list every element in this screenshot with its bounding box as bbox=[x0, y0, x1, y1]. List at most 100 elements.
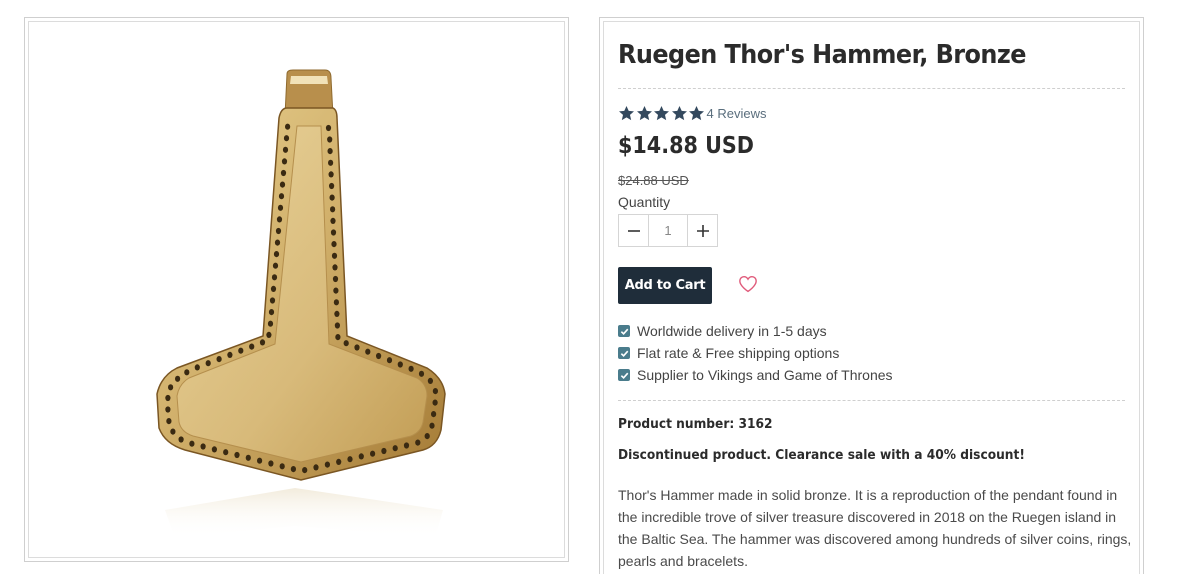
bead-dot bbox=[249, 343, 255, 350]
star-icon bbox=[671, 106, 687, 121]
bead-dot bbox=[275, 227, 282, 235]
bead-dot bbox=[285, 123, 291, 130]
decrease-quantity-button[interactable] bbox=[619, 215, 649, 246]
bead-dot bbox=[178, 436, 184, 443]
bead-dot bbox=[211, 446, 217, 453]
bead-dot bbox=[328, 171, 334, 178]
bead-dot bbox=[334, 310, 340, 317]
bead-dot bbox=[328, 159, 334, 166]
bead-dot bbox=[418, 370, 425, 377]
bead-dot bbox=[386, 357, 393, 364]
bead-dot bbox=[266, 331, 272, 338]
bead-dot bbox=[279, 181, 286, 188]
list-item: Worldwide delivery in 1-5 days bbox=[618, 320, 893, 342]
original-price: $24.88 USD bbox=[618, 173, 689, 188]
divider bbox=[618, 400, 1125, 401]
divider bbox=[618, 88, 1125, 89]
bead-dot bbox=[370, 450, 376, 457]
bead-dot bbox=[332, 275, 339, 283]
bead-dot bbox=[175, 375, 181, 382]
bead-dot bbox=[333, 287, 339, 294]
bead-dot bbox=[257, 457, 263, 464]
product-image bbox=[156, 69, 446, 538]
bead-dot bbox=[170, 428, 176, 435]
product-image-frame[interactable] bbox=[24, 17, 569, 562]
bead-dot bbox=[333, 299, 339, 306]
bead-dot bbox=[358, 453, 364, 460]
bead-dot bbox=[324, 461, 330, 468]
bead-dot bbox=[330, 206, 336, 213]
minus-icon bbox=[627, 229, 640, 232]
product-info-panel: Ruegen Thor's Hammer, Bronze 4 Reviews $… bbox=[599, 17, 1144, 574]
bead-dot bbox=[302, 467, 308, 474]
bead-dot bbox=[282, 146, 289, 153]
bead-dot bbox=[268, 309, 275, 316]
reviews-link[interactable]: 4 Reviews bbox=[707, 106, 767, 121]
bead-dot bbox=[335, 334, 341, 341]
bead-dot bbox=[290, 466, 296, 473]
bead-dot bbox=[280, 169, 287, 177]
add-to-cart-button[interactable]: Add to Cart bbox=[618, 267, 712, 304]
bead-dot bbox=[166, 418, 172, 425]
checkbox-checked-icon bbox=[618, 347, 630, 359]
feature-text: Supplier to Vikings and Game of Thrones bbox=[637, 367, 893, 383]
list-item: Supplier to Vikings and Game of Thrones bbox=[618, 364, 893, 386]
bead-dot bbox=[234, 451, 240, 459]
bead-dot bbox=[281, 158, 288, 165]
bead-dot bbox=[165, 406, 171, 413]
bead-dot bbox=[381, 447, 387, 455]
bead-dot bbox=[354, 344, 360, 351]
star-icon bbox=[619, 106, 634, 121]
clearance-notice: Discontinued product. Clearance sale wit… bbox=[618, 448, 1025, 463]
bead-dot bbox=[424, 433, 430, 440]
feature-text: Worldwide delivery in 1-5 days bbox=[637, 323, 827, 339]
bead-dot bbox=[273, 251, 280, 258]
star-rating bbox=[618, 105, 706, 122]
bead-dot bbox=[267, 320, 274, 327]
bead-dot bbox=[200, 443, 206, 450]
bead-dot bbox=[279, 463, 285, 470]
bead-dot bbox=[329, 182, 335, 190]
increase-quantity-button[interactable] bbox=[687, 215, 717, 246]
bead-dot bbox=[330, 217, 336, 224]
list-item: Flat rate & Free shipping options bbox=[618, 342, 893, 364]
bead-dot bbox=[336, 458, 342, 465]
bead-dot bbox=[392, 445, 398, 452]
heart-icon[interactable] bbox=[738, 275, 758, 293]
bead-dot bbox=[331, 252, 338, 259]
bead-dot bbox=[276, 216, 283, 223]
bead-dot bbox=[327, 136, 333, 143]
quantity-label: Quantity bbox=[618, 194, 671, 210]
bead-dot bbox=[189, 440, 195, 447]
checkbox-checked-icon bbox=[618, 369, 630, 381]
bead-dot bbox=[403, 442, 410, 449]
bead-dot bbox=[376, 352, 382, 360]
bead-dot bbox=[329, 194, 335, 201]
bead-dot bbox=[334, 322, 340, 329]
bead-dot bbox=[168, 384, 174, 391]
bead-dot bbox=[429, 422, 435, 429]
bead-dot bbox=[277, 204, 284, 211]
bead-dot bbox=[397, 361, 403, 368]
feature-list: Worldwide delivery in 1-5 days Flat rate… bbox=[618, 320, 893, 386]
bead-dot bbox=[269, 297, 276, 304]
bead-dot bbox=[325, 124, 332, 132]
bead-dot bbox=[365, 348, 371, 355]
bead-dot bbox=[194, 364, 200, 371]
rating[interactable]: 4 Reviews bbox=[618, 105, 766, 122]
bead-dot bbox=[432, 388, 438, 395]
feature-text: Flat rate & Free shipping options bbox=[637, 345, 840, 361]
product-number: Product number: 3162 bbox=[618, 417, 773, 432]
bead-dot bbox=[238, 347, 244, 354]
bead-dot bbox=[245, 454, 251, 461]
quantity-input[interactable] bbox=[649, 215, 687, 246]
bead-dot bbox=[427, 377, 433, 384]
bead-dot bbox=[343, 340, 349, 347]
bead-dot bbox=[259, 339, 266, 346]
bead-dot bbox=[330, 229, 337, 236]
bead-dot bbox=[268, 460, 274, 467]
star-icon bbox=[654, 106, 669, 121]
bead-dot bbox=[347, 456, 353, 463]
bead-dot bbox=[331, 241, 337, 248]
bead-dot bbox=[272, 262, 279, 269]
